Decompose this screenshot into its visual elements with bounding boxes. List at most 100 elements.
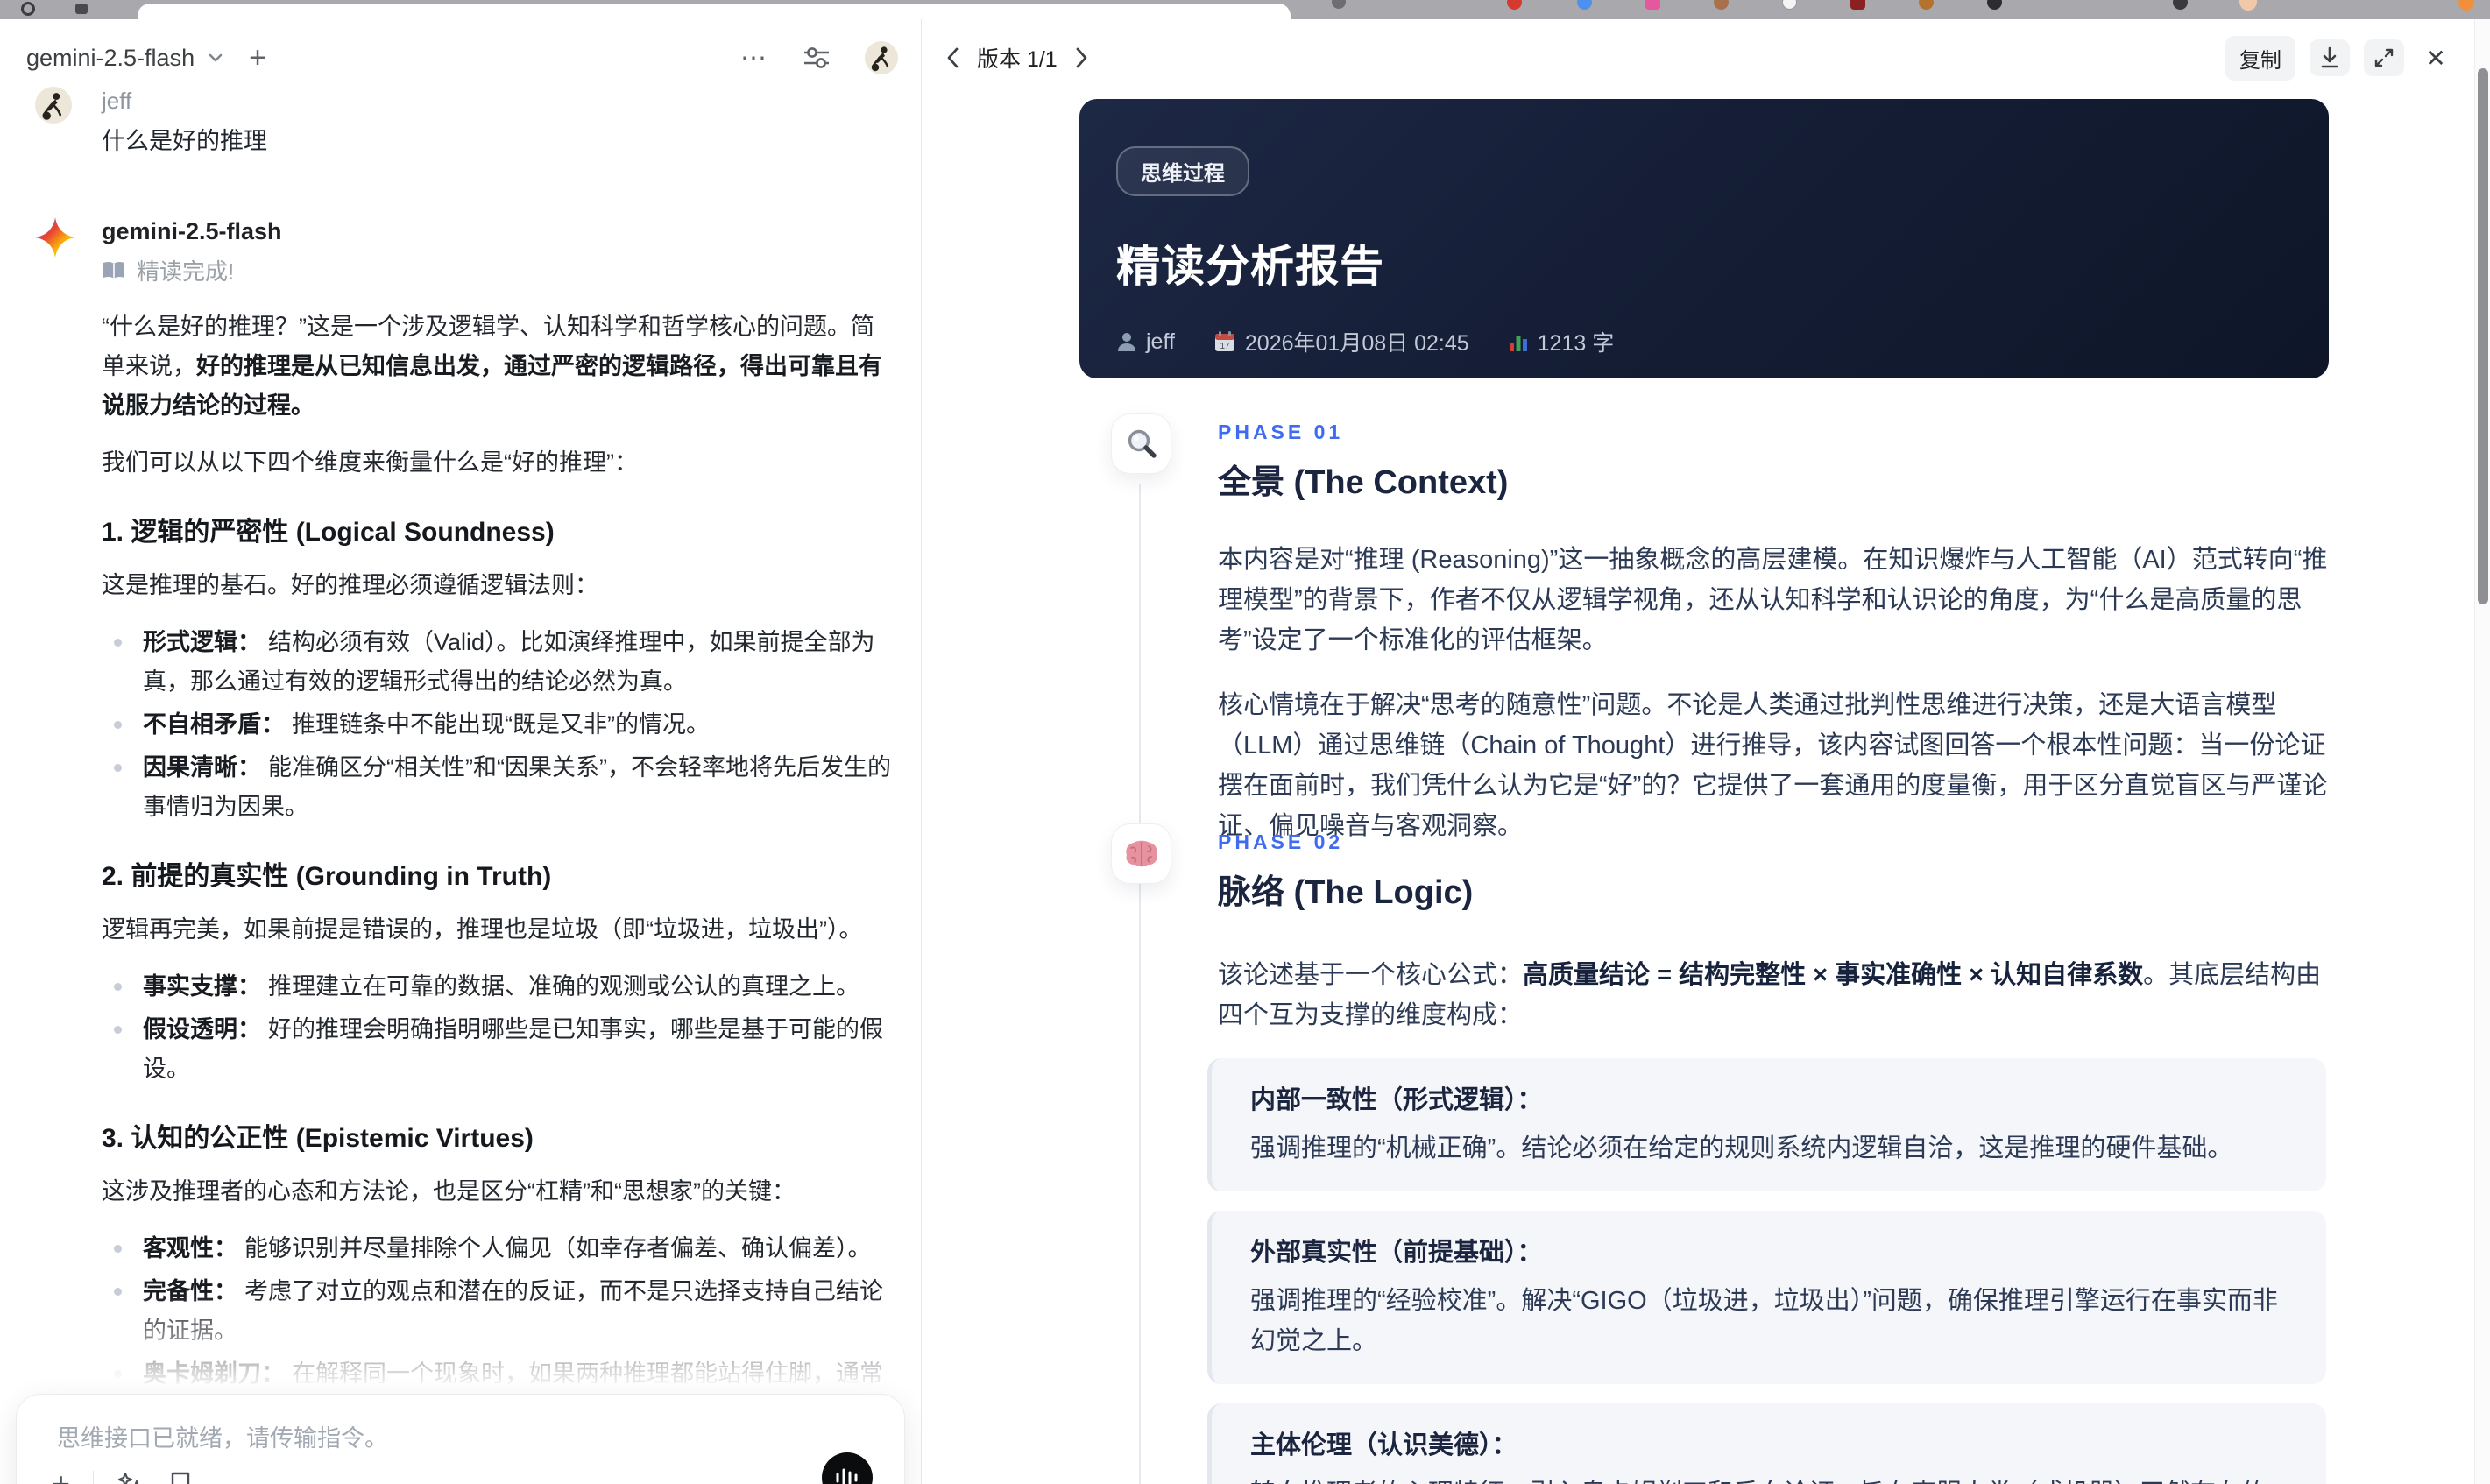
section-heading: 2. 前提的真实性 (Grounding in Truth) xyxy=(102,862,552,891)
close-button[interactable]: ✕ xyxy=(2418,39,2453,76)
chat-thread: jeff 什么是好的推理 gemini-2.5-flash 精读完成! “什么是… xyxy=(35,85,895,1484)
hero-date: 17 2026年01月08日 02:45 xyxy=(1213,326,1469,357)
extension-icon[interactable] xyxy=(1850,0,1865,10)
dimension-cards: 内部一致性（形式逻辑）： 强调推理的“机械正确”。结论必须在给定的规则系统内逻辑… xyxy=(1207,1058,2326,1484)
download-button[interactable] xyxy=(2310,39,2350,76)
bullet-dot xyxy=(114,639,122,647)
fullscreen-button[interactable] xyxy=(2364,39,2404,76)
more-options-button[interactable]: ⋯ xyxy=(740,43,768,74)
book-icon xyxy=(103,261,124,279)
extension-icon[interactable] xyxy=(1714,0,1729,10)
section-heading: 3. 认知的公正性 (Epistemic Virtues) xyxy=(102,1124,534,1153)
user-avatar xyxy=(35,87,72,124)
info-card-external-truth: 外部真实性（前提基础）： 强调推理的“经验校准”。解决“GIGO（垃圾进，垃圾出… xyxy=(1207,1211,2326,1384)
bullet-dot xyxy=(114,983,122,991)
assistant-name: gemini-2.5-flash xyxy=(102,218,282,244)
version-label: 版本 1/1 xyxy=(977,47,1058,72)
artifact-title: 精读分析报告 xyxy=(1116,242,1384,291)
section-intro: 这涉及推理者的心态和方法论，也是区分“杠精”和“思想家”的关键： xyxy=(102,1178,796,1205)
brain-icon xyxy=(1111,823,1171,884)
toolbar-divider xyxy=(93,1471,95,1484)
info-card-agent-ethics: 主体伦理（认识美德）： 转向推理者的心理特征。引入奥卡姆剃刀和反向论证，旨在克服… xyxy=(1207,1403,2326,1484)
extension-icon[interactable] xyxy=(1332,0,1346,9)
phase-title: 脉络 (The Logic) xyxy=(1218,874,1474,911)
sparkle-tools-button[interactable] xyxy=(117,1470,145,1484)
extension-icon[interactable] xyxy=(1987,0,2002,10)
magnifier-icon xyxy=(1111,413,1171,474)
waveform-icon xyxy=(836,1468,858,1484)
calendar-icon: 17 xyxy=(1214,331,1234,351)
phase-label: PHASE 01 xyxy=(1218,420,1344,443)
bullet-item: 事实支撑： 推理建立在可靠的数据、准确的观测或公认的真理之上。 xyxy=(102,967,895,1007)
bullet-dot xyxy=(114,1245,122,1253)
artifact-header: 版本 1/1 复制 ✕ xyxy=(944,35,2453,81)
browser-address-bar[interactable] xyxy=(138,4,1291,19)
version-next-button[interactable] xyxy=(1073,46,1091,69)
chevron-down-icon[interactable] xyxy=(205,47,226,68)
card-title: 内部一致性（形式逻辑）： xyxy=(1250,1086,1543,1114)
chat-section-2: 2. 前提的真实性 (Grounding in Truth) 逻辑再完美，如果前… xyxy=(102,857,895,1089)
panel-scrollbar[interactable] xyxy=(2474,19,2490,1484)
gemini-star-icon xyxy=(35,217,75,258)
composer-placeholder[interactable]: 思维接口已就绪，请传输指令。 xyxy=(57,1419,388,1453)
chat-section-1: 1. 逻辑的严密性 (Logical Soundness) 这是推理的基石。好的… xyxy=(102,512,895,827)
scrollbar-thumb[interactable] xyxy=(2478,68,2488,604)
bullet-item: 因果清晰： 能准确区分“相关性”和“因果关系”，不会轻率地将先后发生的事情归为因果… xyxy=(102,748,895,827)
apps-grid-icon[interactable] xyxy=(75,4,88,14)
user-name: jeff xyxy=(102,88,132,114)
new-chat-button[interactable]: + xyxy=(249,43,266,73)
extension-icon[interactable] xyxy=(2458,0,2474,11)
extension-icon[interactable] xyxy=(1507,0,1522,10)
chat-panel: gemini-2.5-flash + ⋯ jeff 什么是好的推理 gemini… xyxy=(0,19,922,1484)
extension-icon[interactable] xyxy=(2173,0,2188,10)
bullet-item: 假设透明： 好的推理会明确指明哪些是已知事实，哪些是基于可能的假设。 xyxy=(102,1010,895,1089)
card-body: 强调推理的“经验校准”。解决“GIGO（垃圾进，垃圾出）”问题，确保推理引擎运行… xyxy=(1250,1287,2278,1355)
answer-lead: 我们可以从以下四个维度来衡量什么是“好的推理”： xyxy=(102,449,638,476)
extension-icon[interactable] xyxy=(1919,0,1934,10)
copy-button[interactable]: 复制 xyxy=(2225,35,2295,81)
hero-badge: 思维过程 xyxy=(1116,146,1249,196)
artifact-content[interactable]: 思维过程 精读分析报告 jeff 17 2026年01月08日 02:45 12… xyxy=(923,98,2474,1484)
phase-paragraph: 核心情境在于解决“思考的随意性”问题。不论是人类通过批判性思维进行决策，还是大语… xyxy=(1218,691,2328,840)
extension-icon[interactable] xyxy=(1782,0,1797,10)
chat-header: gemini-2.5-flash + ⋯ xyxy=(26,37,898,79)
chat-message-user: jeff 什么是好的推理 xyxy=(35,85,895,161)
section-intro: 这是推理的基石。好的推理必须遵循逻辑法则： xyxy=(102,572,598,598)
bullet-dot xyxy=(114,721,122,729)
bullet-dot xyxy=(114,764,122,772)
attach-plus-button[interactable]: + xyxy=(52,1468,70,1484)
hero-word-count: 1213 字 xyxy=(1508,326,1614,357)
user-message-text: 什么是好的推理 xyxy=(102,128,267,154)
browser-profile-avatar[interactable] xyxy=(2239,0,2257,11)
voice-input-button[interactable] xyxy=(822,1452,873,1484)
download-icon xyxy=(2321,46,2338,68)
person-icon xyxy=(1118,333,1135,351)
composer-toolbar: + xyxy=(52,1468,194,1484)
bar-chart-icon xyxy=(1509,336,1527,351)
version-navigator: 版本 1/1 xyxy=(944,42,1091,74)
phase-label: PHASE 02 xyxy=(1218,830,1344,853)
composer[interactable]: 思维接口已就绪，请传输指令。 + xyxy=(16,1394,905,1484)
phase-section-1: PHASE 01 全景 (The Context) 本内容是对“推理 (Reas… xyxy=(1111,413,2403,846)
hero-author: jeff xyxy=(1116,329,1175,355)
extension-icon[interactable] xyxy=(1577,0,1592,10)
reload-icon[interactable] xyxy=(21,2,35,16)
info-card-internal-consistency: 内部一致性（形式逻辑）： 强调推理的“机械正确”。结论必须在给定的规则系统内逻辑… xyxy=(1207,1058,2326,1191)
assistant-status: 精读完成! xyxy=(102,254,895,286)
tune-settings-button[interactable] xyxy=(802,45,831,71)
artifact-actions: 复制 ✕ xyxy=(2225,35,2453,81)
browser-chrome xyxy=(0,0,2490,19)
section-intro: 逻辑再完美，如果前提是错误的，推理也是垃圾（即“垃圾进，垃圾出”）。 xyxy=(102,916,863,943)
bullet-item: 不自相矛盾： 推理链条中不能出现“既是又非”的情况。 xyxy=(102,705,895,745)
extension-icon[interactable] xyxy=(1645,0,1660,10)
bookmark-button[interactable] xyxy=(167,1470,194,1484)
hero-meta: jeff 17 2026年01月08日 02:45 1213 字 xyxy=(1116,326,2292,357)
phase-paragraph: 该论述基于一个核心公式：高质量结论 = 结构完整性 × 事实准确性 × 认知自律… xyxy=(1218,961,2322,1029)
artifact-panel: 版本 1/1 复制 ✕ 思维过程 精读分析报告 jeff 17 2026年01月… xyxy=(923,19,2474,1484)
version-prev-button[interactable] xyxy=(944,46,961,69)
svg-text:17: 17 xyxy=(1220,342,1230,351)
answer-intro: “什么是好的推理？”这是一个涉及逻辑学、认知科学和哲学核心的问题。简单来说，好的… xyxy=(102,314,882,419)
model-selector[interactable]: gemini-2.5-flash xyxy=(26,45,195,72)
user-avatar[interactable] xyxy=(865,41,898,74)
bullet-item: 形式逻辑： 结构必须有效（Valid）。比如演绎推理中，如果前提全部为真，那么通过… xyxy=(102,623,895,702)
